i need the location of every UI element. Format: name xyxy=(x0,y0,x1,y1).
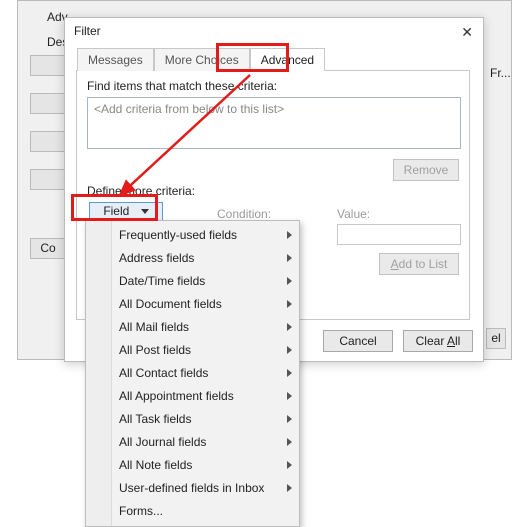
chevron-right-icon xyxy=(287,277,292,285)
menu-item-label: All Mail fields xyxy=(119,320,189,334)
menu-item[interactable]: All Document fields xyxy=(87,293,298,316)
value-label: Value: xyxy=(337,207,370,221)
menu-item[interactable]: Address fields xyxy=(87,247,298,270)
define-criteria-label: Define more criteria: xyxy=(87,184,195,198)
menu-item-label: All Task fields xyxy=(119,412,191,426)
menu-item[interactable]: All Contact fields xyxy=(87,362,298,385)
chevron-right-icon xyxy=(287,392,292,400)
menu-item-label: All Post fields xyxy=(119,343,191,357)
remove-button: Remove xyxy=(393,159,459,181)
menu-item[interactable]: Forms... xyxy=(87,500,298,523)
tab-more-choices[interactable]: More Choices xyxy=(154,48,250,71)
menu-item-label: All Contact fields xyxy=(119,366,208,380)
menu-item-label: All Journal fields xyxy=(119,435,206,449)
menu-item-label: All Note fields xyxy=(119,458,192,472)
chevron-right-icon xyxy=(287,231,292,239)
chevron-down-icon xyxy=(141,209,149,214)
tab-more-choices-label: More Choices xyxy=(165,53,239,67)
criteria-placeholder: <Add criteria from below to this list> xyxy=(94,102,284,116)
chevron-right-icon xyxy=(287,415,292,423)
menu-item-label: Date/Time fields xyxy=(119,274,205,288)
menu-item[interactable]: All Note fields xyxy=(87,454,298,477)
chevron-right-icon xyxy=(287,300,292,308)
dialog-title: Filter xyxy=(74,24,101,38)
clear-all-button[interactable]: Clear All xyxy=(403,330,473,352)
menu-item[interactable]: Date/Time fields xyxy=(87,270,298,293)
clear-all-button-label: Clear All xyxy=(416,334,461,348)
chevron-right-icon xyxy=(287,323,292,331)
add-to-list-label: Add to List xyxy=(391,257,448,271)
field-dropdown-button[interactable]: Field xyxy=(89,202,163,221)
menu-item-label: All Appointment fields xyxy=(119,389,234,403)
field-button-label: Field xyxy=(103,204,129,218)
menu-item[interactable]: All Appointment fields xyxy=(87,385,298,408)
criteria-listbox[interactable]: <Add criteria from below to this list> xyxy=(87,97,461,149)
chevron-right-icon xyxy=(287,438,292,446)
titlebar: Filter ✕ xyxy=(65,18,483,46)
tab-advanced[interactable]: Advanced xyxy=(250,48,325,71)
chevron-right-icon xyxy=(287,484,292,492)
tab-row: Messages More Choices Advanced xyxy=(77,48,325,71)
condition-label: Condition: xyxy=(217,207,271,221)
bg-co-button: Co xyxy=(30,238,66,259)
menu-item[interactable]: User-defined fields in Inbox xyxy=(87,477,298,500)
bg-fr-text: Fr... xyxy=(490,66,511,80)
chevron-right-icon xyxy=(287,461,292,469)
chevron-right-icon xyxy=(287,254,292,262)
menu-item[interactable]: All Mail fields xyxy=(87,316,298,339)
menu-item-label: Forms... xyxy=(119,504,163,518)
value-input[interactable] xyxy=(337,224,461,245)
menu-item[interactable]: All Post fields xyxy=(87,339,298,362)
menu-item-label: Address fields xyxy=(119,251,194,265)
bg-el-label: el xyxy=(491,331,500,345)
chevron-right-icon xyxy=(287,346,292,354)
tab-messages[interactable]: Messages xyxy=(77,48,154,71)
menu-item[interactable]: All Task fields xyxy=(87,408,298,431)
bg-el-button: el xyxy=(486,328,506,349)
field-dropdown-menu: Frequently-used fields Address fields Date… xyxy=(85,220,300,527)
add-to-list-button: Add to List xyxy=(379,253,459,275)
tab-messages-label: Messages xyxy=(88,53,143,67)
bg-co-label: Co xyxy=(40,241,55,255)
tab-advanced-label: Advanced xyxy=(261,53,314,67)
menu-item[interactable]: All Journal fields xyxy=(87,431,298,454)
cancel-button[interactable]: Cancel xyxy=(323,330,393,352)
remove-button-label: Remove xyxy=(404,163,449,177)
cancel-button-label: Cancel xyxy=(339,334,376,348)
close-icon[interactable]: ✕ xyxy=(461,24,473,41)
find-items-label: Find items that match these criteria: xyxy=(87,79,277,93)
menu-item[interactable]: Frequently-used fields xyxy=(87,224,298,247)
menu-item-label: Frequently-used fields xyxy=(119,228,237,242)
menu-item-label: User-defined fields in Inbox xyxy=(119,481,264,495)
menu-item-label: All Document fields xyxy=(119,297,222,311)
chevron-right-icon xyxy=(287,369,292,377)
